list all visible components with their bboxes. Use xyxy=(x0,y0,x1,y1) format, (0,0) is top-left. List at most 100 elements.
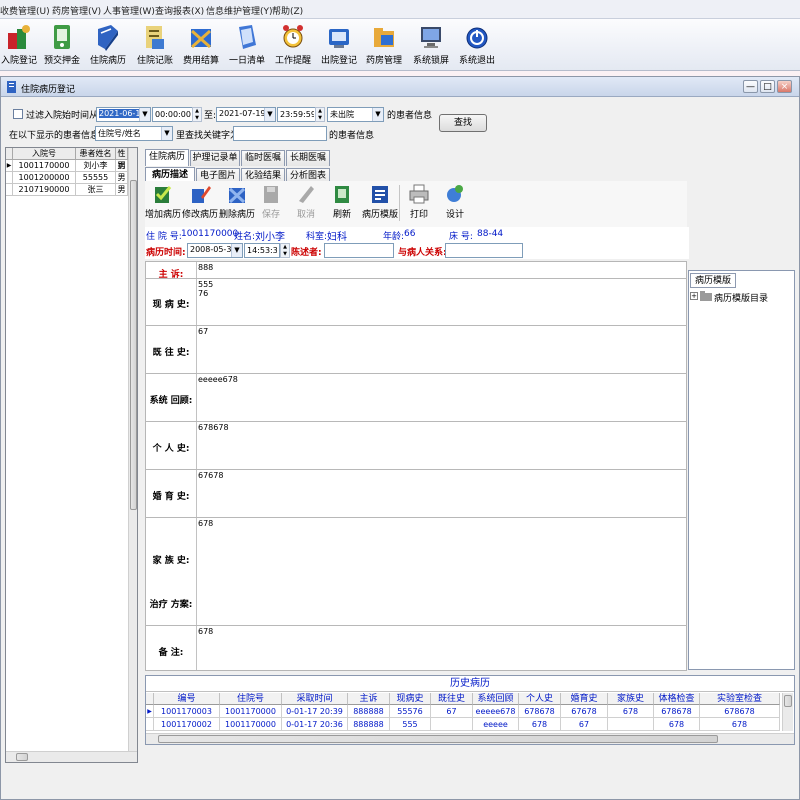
time-from-spinner[interactable]: ▲ ▼ xyxy=(192,107,202,122)
menu-personnel[interactable]: 人事管理(W) xyxy=(103,4,155,17)
table-row[interactable]: 678678 xyxy=(519,705,561,718)
pharmacy-button[interactable]: 药房管理 xyxy=(359,21,409,69)
table-row[interactable]: eeeee xyxy=(473,718,519,731)
chief-complaint-field[interactable]: 888 xyxy=(196,262,684,278)
history-col-time[interactable]: 采取时间 xyxy=(282,693,348,705)
history-col-personal-history[interactable]: 个人史 xyxy=(519,693,561,705)
table-row[interactable]: 1001200000 xyxy=(13,172,76,184)
patient-list-scrollbar[interactable] xyxy=(128,148,137,752)
work-reminder-button[interactable]: 工作提醒 xyxy=(268,21,318,69)
record-time-spinner[interactable]: ▲ ▼ xyxy=(280,243,290,258)
history-col-marital-history[interactable]: 婚育史 xyxy=(561,693,608,705)
edit-record-button[interactable]: 修改病历 xyxy=(180,183,220,220)
history-col-system-review[interactable]: 系统回顾 xyxy=(473,693,519,705)
table-row[interactable]: 678678 xyxy=(700,705,780,718)
table-row[interactable]: 男 xyxy=(116,160,128,172)
table-row[interactable]: 67678 xyxy=(561,705,608,718)
history-col-physical-exam[interactable]: 体格检查 xyxy=(654,693,700,705)
table-row[interactable]: 555 xyxy=(390,718,431,731)
settlement-button[interactable]: 费用结算 xyxy=(176,21,226,69)
time-to-input[interactable] xyxy=(277,107,317,122)
table-row[interactable]: 55576 xyxy=(390,705,431,718)
search-field-select[interactable]: 住院号/姓名 ▼ xyxy=(95,126,173,141)
date-to-picker[interactable]: 2021-07-19 ▼ xyxy=(216,107,276,122)
history-col-admission-no[interactable]: 住院号 xyxy=(220,693,282,705)
design-button[interactable]: 设计 xyxy=(435,183,475,220)
chevron-down-icon[interactable]: ▼ xyxy=(372,108,383,121)
tree-expand-toggle[interactable]: + xyxy=(690,292,698,300)
scrollbar-thumb[interactable] xyxy=(130,180,137,510)
table-row[interactable] xyxy=(431,718,473,731)
history-col-present-illness[interactable]: 现病史 xyxy=(390,693,431,705)
date-from-picker[interactable]: 2021-06-19 ▼ xyxy=(96,107,151,122)
search-button[interactable]: 查找 xyxy=(439,114,487,132)
maximize-button[interactable]: □ xyxy=(760,80,775,93)
menu-info-maintenance[interactable]: 信息维护管理(Y) xyxy=(206,4,273,17)
window-titlebar[interactable]: 住院病历登记 — □ × xyxy=(1,77,799,97)
table-row[interactable]: 刘小李 xyxy=(76,160,116,172)
table-row[interactable]: 678678 xyxy=(654,705,700,718)
table-row[interactable] xyxy=(608,718,654,731)
col-gender[interactable]: 性别 xyxy=(116,148,128,170)
past-history-field[interactable]: 67 xyxy=(196,326,684,373)
table-row[interactable]: 678 xyxy=(700,718,780,731)
chevron-down-icon[interactable]: ▼ xyxy=(231,244,242,257)
table-row[interactable]: 67 xyxy=(431,705,473,718)
table-row[interactable]: 888888 xyxy=(348,718,390,731)
discharge-register-button[interactable]: 出院登记 xyxy=(314,21,364,69)
history-col-family-history[interactable]: 家族史 xyxy=(608,693,654,705)
table-row[interactable]: 55555 xyxy=(76,172,116,184)
tab-nursing-record[interactable]: 护理记录单 xyxy=(190,150,240,166)
menu-charge[interactable]: 收费管理(U) xyxy=(0,4,50,17)
history-col-past-history[interactable]: 既往史 xyxy=(431,693,473,705)
history-col-lab-exam[interactable]: 实验室检查 xyxy=(700,693,780,705)
table-row[interactable]: 男 xyxy=(116,184,128,196)
chevron-down-icon[interactable]: ▼ xyxy=(139,108,150,121)
table-row[interactable]: 1001170000 xyxy=(220,718,282,731)
inpatient-billing-button[interactable]: 住院记账 xyxy=(130,21,180,69)
inpatient-record-button[interactable]: 住院病历 xyxy=(83,21,133,69)
cancel-button[interactable]: 取消 xyxy=(286,183,326,220)
discharge-status-select[interactable]: 未出院 ▼ xyxy=(327,107,384,122)
relation-input[interactable] xyxy=(445,243,523,258)
table-row[interactable]: 1001170000 xyxy=(220,705,282,718)
chevron-down-icon[interactable]: ▼ xyxy=(161,127,172,140)
tab-long-term-orders[interactable]: 长期医嘱 xyxy=(286,150,330,166)
narrator-input[interactable] xyxy=(324,243,394,258)
col-admission-no[interactable]: 入院号 xyxy=(13,148,76,160)
table-row[interactable]: 1001170003 xyxy=(154,705,220,718)
time-to-spinner[interactable]: ▲ ▼ xyxy=(315,107,325,122)
history-col-id[interactable]: 编号 xyxy=(154,693,220,705)
scrollbar-thumb[interactable] xyxy=(784,695,792,707)
template-tab[interactable]: 病历模版 xyxy=(690,273,736,288)
table-row[interactable]: 0-01-17 20:36 xyxy=(282,718,348,731)
table-row[interactable]: eeeee678 xyxy=(473,705,519,718)
history-hscrollbar[interactable] xyxy=(146,733,794,744)
history-scrollbar[interactable] xyxy=(782,693,793,731)
add-record-button[interactable]: 增加病历 xyxy=(143,183,183,220)
hscroll-thumb[interactable] xyxy=(158,735,718,743)
table-row[interactable]: 2107190000 xyxy=(13,184,76,196)
record-time-input[interactable] xyxy=(244,243,280,258)
table-row[interactable]: 67 xyxy=(561,718,608,731)
date-filter-checkbox[interactable] xyxy=(13,109,23,119)
tab-temporary-orders[interactable]: 临时医嘱 xyxy=(241,150,285,166)
system-exit-button[interactable]: 系统退出 xyxy=(452,21,502,69)
col-patient-name[interactable]: 患者姓名 xyxy=(76,148,116,160)
save-button[interactable]: 保存 xyxy=(251,183,291,220)
table-row[interactable]: 678 xyxy=(608,705,654,718)
personal-history-field[interactable]: 678678 xyxy=(196,422,684,469)
menu-help[interactable]: 帮助(Z) xyxy=(272,4,303,17)
table-row[interactable]: 0-01-17 20:39 xyxy=(282,705,348,718)
table-row[interactable]: 1001170000 xyxy=(13,160,76,172)
family-history-field[interactable]: 678 xyxy=(196,518,684,625)
close-button[interactable]: × xyxy=(777,80,792,93)
menu-reports[interactable]: 查询报表(X) xyxy=(155,4,204,17)
record-date-picker[interactable]: 2008-05-30 ▼ xyxy=(187,243,243,258)
chevron-down-icon[interactable]: ▼ xyxy=(264,108,275,121)
marital-history-field[interactable]: 67678 xyxy=(196,470,684,517)
table-row[interactable]: 888888 xyxy=(348,705,390,718)
daily-list-button[interactable]: 一日清单 xyxy=(222,21,272,69)
search-keyword-input[interactable] xyxy=(233,126,327,141)
history-col-complaint[interactable]: 主诉 xyxy=(348,693,390,705)
